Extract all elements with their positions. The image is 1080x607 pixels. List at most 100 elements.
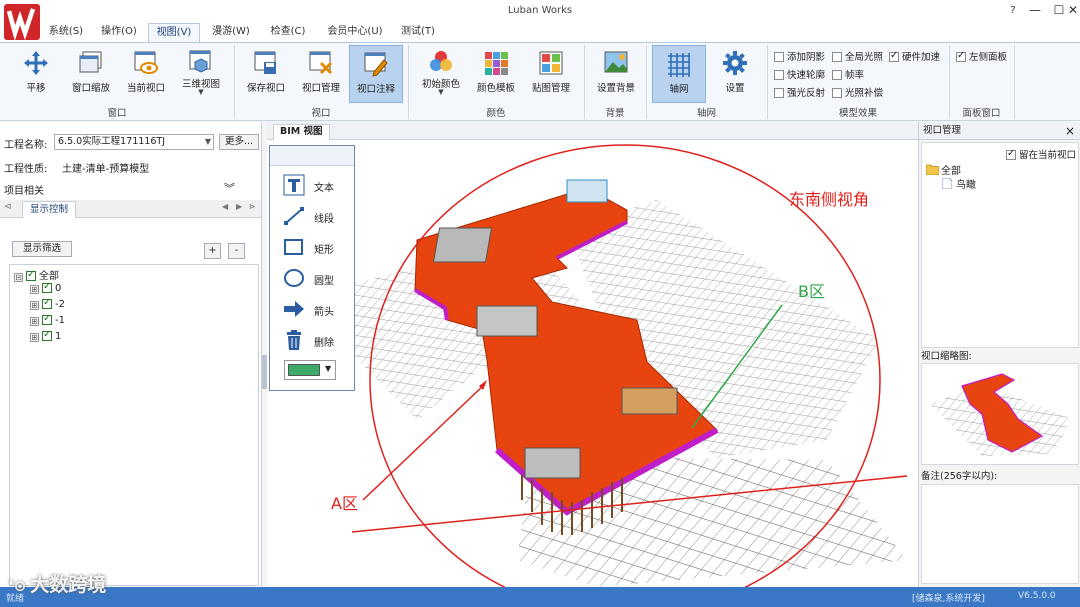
- expand-icon[interactable]: ⊞: [30, 301, 39, 310]
- project-name-combo[interactable]: 6.5.0实际工程171116TJ ▼: [54, 134, 214, 150]
- current-view-button[interactable]: 当前视口: [119, 45, 173, 103]
- collapse-all-button[interactable]: -: [228, 243, 245, 259]
- tab-member[interactable]: 会员中心(U): [322, 23, 388, 43]
- hw-accel-checkbox[interactable]: 硬件加速: [889, 49, 940, 63]
- bim-viewport[interactable]: 东南侧视角 A区 B区: [267, 140, 918, 587]
- thumbnail-box[interactable]: [921, 363, 1079, 465]
- annotation-toolbar-header[interactable]: [270, 146, 354, 166]
- chevron-down-icon: ▼: [325, 364, 332, 373]
- view-manage-title: 视口管理: [923, 125, 962, 136]
- last-page-icon[interactable]: ⊳: [249, 202, 256, 211]
- view-manage-button[interactable]: 视口管理: [294, 45, 348, 103]
- tree-item[interactable]: ⊟全部: [14, 267, 59, 282]
- light-comp-checkbox[interactable]: 光照补偿: [832, 85, 883, 99]
- save-view-label: 保存视口: [246, 83, 285, 94]
- annotation-color-picker[interactable]: ▼: [284, 360, 336, 380]
- axis-grid-label: 轴网: [669, 84, 689, 95]
- room-block: [524, 447, 581, 479]
- prev-arrow-icon[interactable]: ◀: [222, 202, 228, 211]
- fast-outline-label: 快速轮廓: [787, 70, 826, 81]
- initial-color-button[interactable]: 初始颜色 ▼: [414, 45, 468, 103]
- display-filter-button[interactable]: 显示筛选: [12, 241, 72, 257]
- color-grid-icon: [485, 52, 508, 75]
- room-block: [476, 305, 538, 337]
- view-manage-icon: [309, 51, 333, 75]
- tree-item[interactable]: ⊞0: [30, 281, 61, 297]
- tree-item[interactable]: ⊞ -1: [30, 313, 65, 329]
- global-light-checkbox[interactable]: 全局光照: [832, 49, 883, 63]
- settings-button[interactable]: 设置: [708, 45, 762, 103]
- tool-rectangle[interactable]: 矩形: [282, 236, 348, 258]
- notes-input[interactable]: [921, 484, 1079, 584]
- left-subtabs: ⊲ 显示控制 ◀ ▶ ⊳: [0, 200, 261, 218]
- tab-test[interactable]: 测试(T): [396, 23, 440, 43]
- set-background-button[interactable]: 设置背景: [589, 45, 643, 103]
- stay-current-checkbox[interactable]: 留在当前视口: [1006, 147, 1076, 161]
- expand-icon[interactable]: ⊞: [30, 333, 39, 342]
- view-angle-label: 东南侧视角: [789, 190, 870, 209]
- checkbox-box-checked: [956, 50, 966, 62]
- first-page-icon[interactable]: ⊲: [4, 202, 12, 212]
- checkbox-checked-icon[interactable]: [42, 313, 52, 325]
- view-tree-item[interactable]: 鸟瞰: [941, 176, 976, 191]
- tool-circle[interactable]: 圆型: [282, 267, 348, 289]
- checkbox-box: [832, 70, 842, 80]
- tool-arrow[interactable]: 箭头: [282, 298, 348, 320]
- 3d-view-icon: [189, 50, 211, 73]
- checkbox-checked-icon[interactable]: [42, 281, 52, 293]
- tab-display-control[interactable]: 显示控制: [22, 201, 76, 218]
- tab-operate[interactable]: 操作(O): [96, 23, 142, 43]
- strong-reflect-label: 强光反射: [787, 88, 826, 99]
- tree-item[interactable]: ⊞ -2: [30, 297, 65, 313]
- 3d-view-button[interactable]: 三维视图 ▼: [174, 45, 228, 103]
- expand-all-button[interactable]: +: [204, 243, 221, 259]
- tool-text[interactable]: 文本: [282, 174, 348, 196]
- more-button[interactable]: 更多...: [219, 134, 259, 150]
- checkbox-checked-icon[interactable]: [42, 297, 52, 309]
- tab-check[interactable]: 检查(C): [265, 23, 311, 43]
- window-zoom-button[interactable]: 窗口缩放: [64, 45, 118, 103]
- pan-label: 平移: [26, 83, 46, 94]
- axis-grid-button[interactable]: 轴网: [652, 45, 706, 103]
- strong-reflect-checkbox[interactable]: 强光反射: [774, 85, 825, 99]
- close-button[interactable]: ✕: [1060, 3, 1080, 21]
- tab-view[interactable]: 视图(V): [148, 23, 200, 43]
- color-template-button[interactable]: 颜色模板: [469, 45, 523, 103]
- left-panel-label: 左侧面板: [969, 52, 1008, 63]
- save-view-button[interactable]: 保存视口: [239, 45, 293, 103]
- add-shadow-checkbox[interactable]: 添加阴影: [774, 49, 825, 63]
- stay-current-label: 留在当前视口: [1019, 150, 1077, 161]
- tree-item-label: -1: [55, 315, 65, 326]
- rectangle-tool-icon: [284, 239, 303, 255]
- collapse-icon[interactable]: ⊟: [14, 273, 23, 282]
- fast-outline-checkbox[interactable]: 快速轮廓: [774, 67, 825, 81]
- checkbox-checked-icon[interactable]: [42, 329, 52, 341]
- left-panel-checkbox[interactable]: 左侧面板: [956, 49, 1007, 63]
- checkbox-checked-icon[interactable]: [26, 269, 36, 281]
- line-tool-icon: [284, 207, 304, 225]
- tool-line[interactable]: 线段: [282, 205, 348, 227]
- texture-manage-button[interactable]: 贴图管理: [524, 45, 578, 103]
- expand-icon[interactable]: ⊞: [30, 317, 39, 326]
- pan-button[interactable]: 平移: [9, 45, 63, 103]
- window-title: Luban Works: [507, 5, 573, 16]
- close-icon[interactable]: ×: [1065, 122, 1075, 140]
- tool-delete[interactable]: 删除: [282, 329, 348, 351]
- tab-system[interactable]: 系统(S): [44, 23, 88, 43]
- tree-item[interactable]: ⊞1: [30, 329, 61, 345]
- document-icon: [941, 177, 953, 190]
- group-label-panel: 面板窗口: [962, 108, 1001, 119]
- hw-accel-label: 硬件加速: [902, 52, 941, 63]
- tab-bim-view[interactable]: BIM 视图: [273, 124, 330, 140]
- chevron-down-icon: ▼: [204, 137, 211, 146]
- expand-icon[interactable]: ⊞: [30, 285, 39, 294]
- next-arrow-icon[interactable]: ▶: [236, 202, 242, 211]
- view-annotation-button[interactable]: 视口注释: [349, 45, 403, 103]
- view-tree-item[interactable]: 全部: [925, 162, 961, 177]
- frame-rate-checkbox[interactable]: 帧率: [832, 67, 864, 81]
- minimize-button[interactable]: —: [1022, 3, 1048, 21]
- app-window: Luban Works ? — ☐ ✕ 系统(S) 操作(O) 视图(V) 漫游…: [0, 0, 1080, 607]
- collapse-icon[interactable]: ︾: [224, 180, 235, 196]
- zone-a-label: A区: [331, 494, 358, 513]
- tab-roam[interactable]: 漫游(W): [207, 23, 255, 43]
